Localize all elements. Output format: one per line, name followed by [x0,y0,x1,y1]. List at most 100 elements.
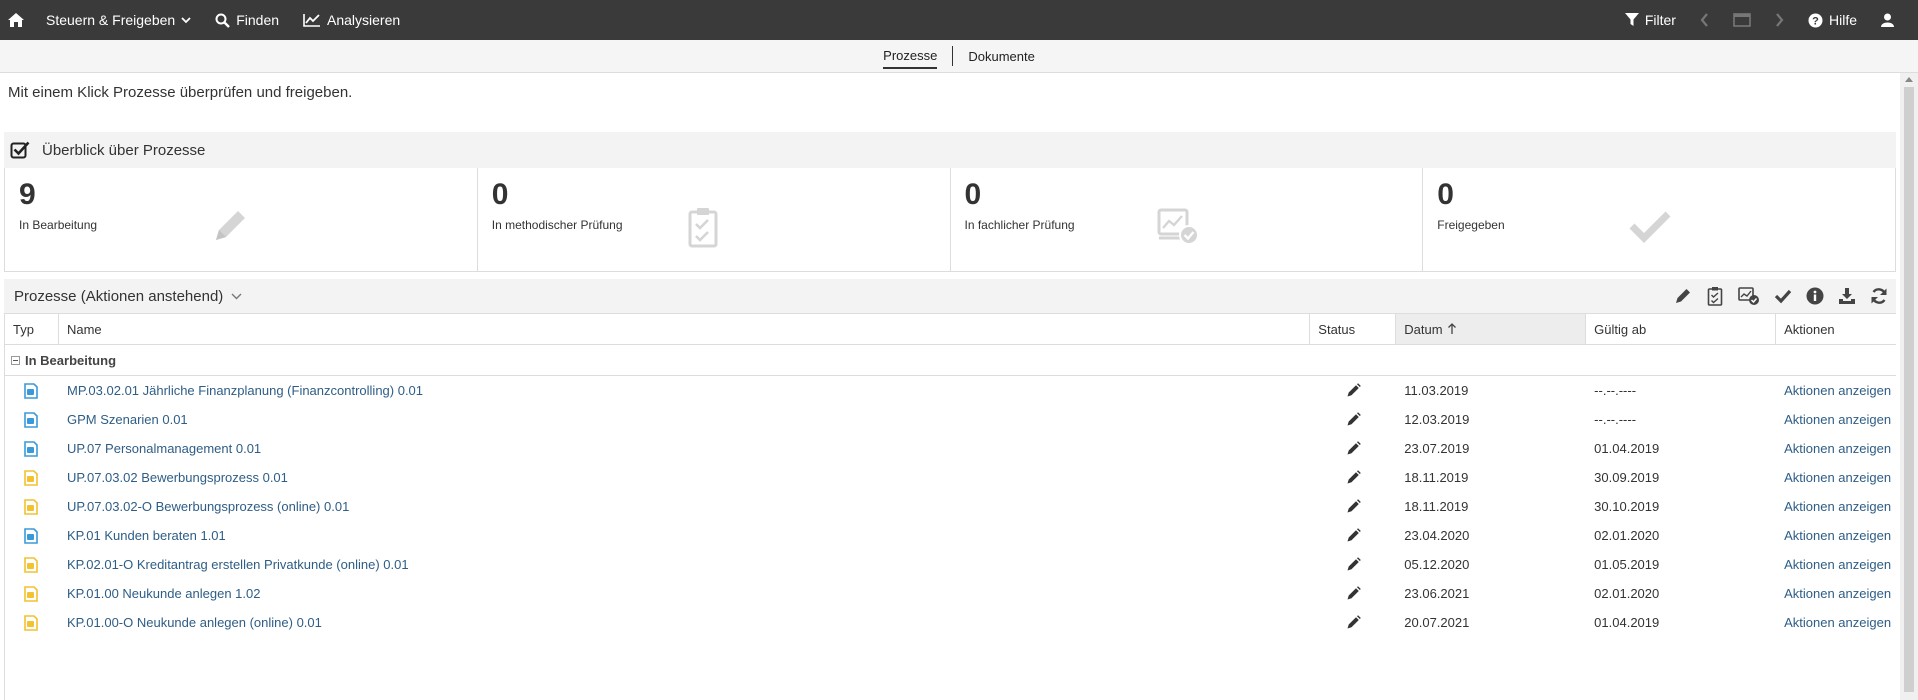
aktionen-cell: Aktionen anzeigen [1776,550,1896,579]
pencil-icon [1347,586,1361,600]
table-row[interactable]: KP.01.00 Neukunde anlegen 1.02 23.06.2021… [5,579,1896,608]
process-name-link[interactable]: UP.07.03.02 Bewerbungsprozess 0.01 [67,470,288,485]
column-header-status[interactable]: Status [1310,314,1397,344]
vertical-scrollbar[interactable] [1900,73,1918,700]
table-row[interactable]: UP.07 Personalmanagement 0.01 23.07.2019 0… [5,434,1896,463]
name-cell: UP.07.03.02 Bewerbungsprozess 0.01 [59,463,1310,492]
aktionen-anzeigen-link[interactable]: Aktionen anzeigen [1784,470,1891,485]
window-button[interactable] [1721,0,1763,40]
nav-steuern-freigeben[interactable]: Steuern & Freigeben [34,0,203,40]
download-button[interactable] [1838,287,1856,305]
process-table: Typ Name Status Datum Gültig ab Aktionen… [4,313,1896,700]
svg-text:?: ? [1812,15,1819,27]
info-button[interactable] [1806,287,1824,305]
type-cell [5,434,59,463]
nav-analysieren[interactable]: Analysieren [291,0,412,40]
sub-navigation: Prozesse Dokumente [0,40,1918,73]
process-model-icon [24,440,38,457]
home-button[interactable] [0,0,34,40]
table-row[interactable]: KP.01.00-O Neukunde anlegen (online) 0.0… [5,608,1896,637]
table-row[interactable]: UP.07.03.02 Bewerbungsprozess 0.01 18.11.… [5,463,1896,492]
tab-dokumente[interactable]: Dokumente [968,45,1034,68]
column-header-gueltig-ab[interactable]: Gültig ab [1586,314,1777,344]
search-icon [215,13,231,28]
tab-prozesse[interactable]: Prozesse [883,44,938,69]
table-body: MP.03.02.01 Jährliche Finanzplanung (Fin… [5,376,1896,637]
user-button[interactable] [1869,0,1906,40]
type-cell [5,463,59,492]
process-name-link[interactable]: KP.01.00 Neukunde anlegen 1.02 [67,586,260,601]
technical-check-button[interactable] [1738,287,1760,305]
process-variant-icon [24,614,38,631]
nav-analysieren-label: Analysieren [327,12,401,28]
column-header-aktionen[interactable]: Aktionen [1776,314,1896,344]
process-name-link[interactable]: KP.02.01-O Kreditantrag erstellen Privat… [67,557,409,572]
aktionen-anzeigen-link[interactable]: Aktionen anzeigen [1784,499,1891,514]
card-freigegeben[interactable]: 0 Freigegeben [1423,168,1895,271]
process-model-icon [24,411,38,428]
pencil-icon [210,206,250,251]
column-header-datum[interactable]: Datum [1396,314,1587,344]
aktionen-anzeigen-link[interactable]: Aktionen anzeigen [1784,615,1891,630]
tab-divider [952,46,954,66]
next-button[interactable] [1763,0,1796,40]
card-fachliche-pruefung[interactable]: 0 In fachlicher Prüfung [951,168,1424,271]
datum-cell: 18.11.2019 [1404,470,1469,485]
group-row-in-bearbeitung[interactable]: In Bearbeitung [5,345,1896,376]
table-row[interactable]: KP.01 Kunden beraten 1.01 23.04.2020 02.01… [5,521,1896,550]
collapse-toggle-icon[interactable] [11,355,20,365]
clipboard-check-icon [683,206,723,255]
status-cell [1310,521,1396,550]
nav-steuern-label: Steuern & Freigeben [46,12,176,28]
nav-finden[interactable]: Finden [203,0,291,40]
gueltig-ab-cell: 01.04.2019 [1594,441,1660,456]
process-list-title: Prozesse (Aktionen anstehend) [14,287,224,305]
edit-button[interactable] [1674,287,1692,305]
datum-cell: 23.04.2020 [1404,528,1470,543]
process-list-selector[interactable]: Prozesse (Aktionen anstehend) [14,288,242,305]
aktionen-cell: Aktionen anzeigen [1776,434,1896,463]
table-row[interactable]: MP.03.02.01 Jährliche Finanzplanung (Fin… [5,376,1896,405]
gueltig-ab-cell: --.--.---- [1594,412,1637,427]
process-name-link[interactable]: UP.07.03.02-O Bewerbungsprozess (online)… [67,499,349,514]
table-row[interactable]: GPM Szenarien 0.01 12.03.2019 --.--.---- Ak… [5,405,1896,434]
process-name-link[interactable]: MP.03.02.01 Jährliche Finanzplanung (Fin… [67,383,423,398]
help-label: Hilfe [1828,12,1857,28]
aktionen-cell: Aktionen anzeigen [1776,405,1896,434]
process-name-link[interactable]: GPM Szenarien 0.01 [67,412,188,427]
help-button[interactable]: ? Hilfe [1796,0,1869,40]
status-cell [1310,550,1396,579]
refresh-button[interactable] [1870,287,1888,305]
aktionen-anzeigen-link[interactable]: Aktionen anzeigen [1784,586,1891,601]
scrollbar-thumb[interactable] [1904,87,1914,692]
status-cell [1310,492,1396,521]
aktionen-anzeigen-link[interactable]: Aktionen anzeigen [1784,383,1891,398]
aktionen-anzeigen-link[interactable]: Aktionen anzeigen [1784,441,1891,456]
process-variant-icon [24,585,38,602]
aktionen-anzeigen-link[interactable]: Aktionen anzeigen [1784,412,1891,427]
card-in-bearbeitung[interactable]: 9 In Bearbeitung [5,168,478,271]
aktionen-anzeigen-link[interactable]: Aktionen anzeigen [1784,557,1891,572]
column-header-name[interactable]: Name [59,314,1311,344]
process-name-link[interactable]: UP.07 Personalmanagement 0.01 [67,441,261,456]
aktionen-anzeigen-link[interactable]: Aktionen anzeigen [1784,528,1891,543]
help-icon: ? [1808,13,1823,27]
card-methodische-pruefung[interactable]: 0 In methodischer Prüfung [478,168,951,271]
process-name-link[interactable]: KP.01.00-O Neukunde anlegen (online) 0.0… [67,615,322,630]
table-row[interactable]: KP.02.01-O Kreditantrag erstellen Privat… [5,550,1896,579]
approve-button[interactable] [1774,288,1792,304]
filter-button[interactable]: Filter [1613,0,1688,40]
gueltig-ab-cell: 30.09.2019 [1594,470,1660,485]
gueltig-ab-cell: --.--.---- [1594,383,1637,398]
chevron-down-icon [231,293,242,299]
chevron-down-icon [181,16,191,23]
status-cell [1310,463,1396,492]
previous-button[interactable] [1688,0,1721,40]
table-row[interactable]: UP.07.03.02-O Bewerbungsprozess (online)… [5,492,1896,521]
method-check-button[interactable] [1706,286,1724,306]
scroll-up-arrow[interactable] [1905,77,1913,82]
column-header-typ[interactable]: Typ [5,314,59,344]
name-cell: KP.01.00-O Neukunde anlegen (online) 0.0… [59,608,1310,637]
datum-cell: 20.07.2021 [1404,615,1470,630]
process-name-link[interactable]: KP.01 Kunden beraten 1.01 [67,528,226,543]
